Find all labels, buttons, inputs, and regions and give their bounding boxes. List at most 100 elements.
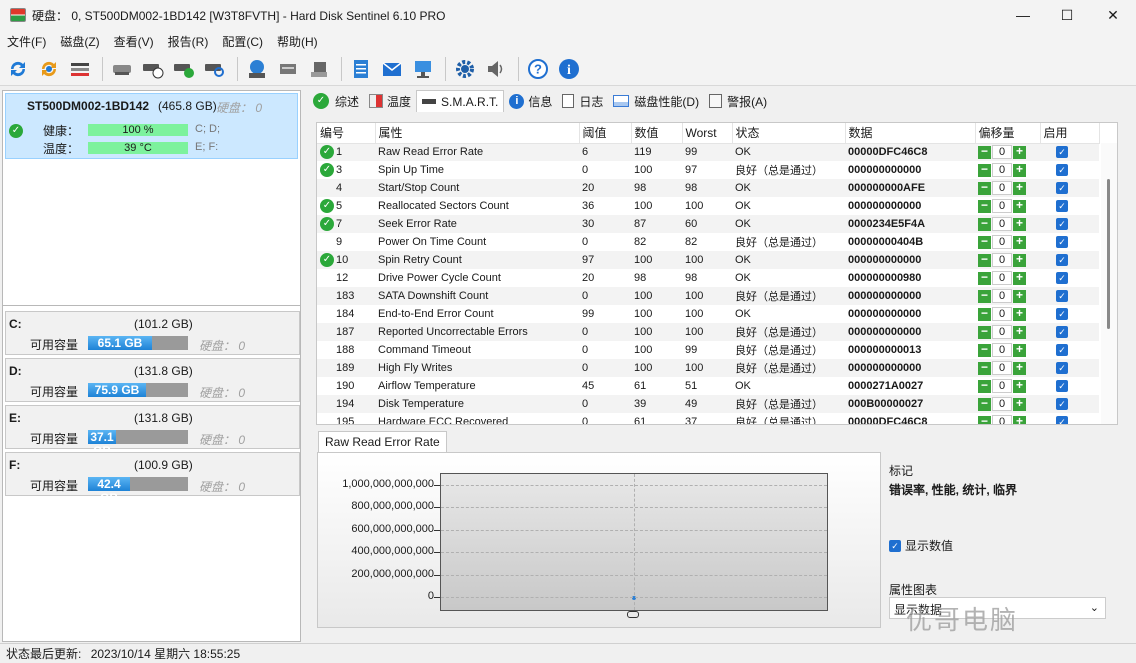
plus-button[interactable]: + [1013,415,1026,424]
table-row[interactable]: 194 Disk Temperature 0 39 49 良好（总是通过） 000B0000… [317,395,1099,413]
minus-button[interactable]: − [978,343,991,357]
offset-input[interactable]: 0 [992,163,1012,177]
minus-button[interactable]: − [978,397,991,411]
disk-list-icon[interactable] [66,55,94,83]
enabled-checkbox[interactable]: ✓ [1056,344,1068,356]
table-scrollbar[interactable] [1101,143,1117,424]
gear-icon[interactable] [451,55,479,83]
maximize-button[interactable]: ☐ [1044,0,1090,30]
refresh-all-icon[interactable] [35,55,63,83]
minus-button[interactable]: − [978,253,991,267]
plus-button[interactable]: + [1013,307,1026,321]
minus-button[interactable]: − [978,361,991,375]
chart-tab[interactable]: Raw Read Error Rate [318,431,447,453]
disk-schedule-icon[interactable] [139,55,167,83]
menu-view[interactable]: 查看(V) [107,33,161,50]
table-row[interactable]: ✓ 10 Spin Retry Count 97 100 100 OK 00000000000… [317,251,1099,269]
enabled-checkbox[interactable]: ✓ [1056,218,1068,230]
col-worst[interactable]: Worst [682,123,733,144]
partition-e[interactable]: E: (131.8 GB) 可用容量 37.1 GB 硬盘： 0 [5,405,300,458]
offset-input[interactable]: 0 [992,181,1012,195]
plus-button[interactable]: + [1013,397,1026,411]
offset-input[interactable]: 0 [992,379,1012,393]
plus-button[interactable]: + [1013,253,1026,267]
menu-disk[interactable]: 磁盘(Z) [53,33,106,50]
tab-smart[interactable]: S.M.A.R.T. [416,90,505,112]
offset-input[interactable]: 0 [992,289,1012,303]
menu-config[interactable]: 配置(C) [215,33,270,50]
disk-check-icon[interactable] [170,55,198,83]
plus-button[interactable]: + [1013,361,1026,375]
offset-input[interactable]: 0 [992,271,1012,285]
minus-button[interactable]: − [978,415,991,424]
plus-button[interactable]: + [1013,199,1026,213]
plus-button[interactable]: + [1013,217,1026,231]
table-row[interactable]: 187 Reported Uncorrectable Errors 0 100 100 良… [317,323,1099,341]
offset-input[interactable]: 0 [992,199,1012,213]
disk-search-icon[interactable] [201,55,229,83]
offset-input[interactable]: 0 [992,325,1012,339]
enabled-checkbox[interactable]: ✓ [1056,380,1068,392]
partition-f[interactable]: F: (100.9 GB) 可用容量 42.4 GB 硬盘： 0 [5,452,300,505]
enabled-checkbox[interactable]: ✓ [1056,416,1068,424]
tab-alerts[interactable]: 警报(A) [704,90,772,112]
offset-input[interactable]: 0 [992,253,1012,267]
table-row[interactable]: 195 Hardware ECC Recovered 0 61 37 良好（总是通过） 00… [317,413,1099,424]
plus-button[interactable]: + [1013,289,1026,303]
minus-button[interactable]: − [978,217,991,231]
disk-icon[interactable] [108,55,136,83]
minus-button[interactable]: − [978,163,991,177]
minus-button[interactable]: − [978,181,991,195]
show-values-option[interactable]: ✓ 显示数值 [889,537,953,554]
offset-input[interactable]: 0 [992,145,1012,160]
table-row[interactable]: 9 Power On Time Count 0 82 82 良好（总是通过） 0000000… [317,233,1099,251]
offset-input[interactable]: 0 [992,235,1012,249]
plus-button[interactable]: + [1013,379,1026,393]
network-disk-icon[interactable] [243,55,271,83]
minus-button[interactable]: − [978,307,991,321]
col-enabled[interactable]: 启用 [1040,123,1100,144]
offset-input[interactable]: 0 [992,415,1012,424]
enabled-checkbox[interactable]: ✓ [1056,254,1068,266]
tab-temperature[interactable]: 温度 [364,90,416,112]
col-threshold[interactable]: 阈值 [579,123,632,144]
tab-overview[interactable]: ✓ 综述 [308,90,364,112]
enabled-checkbox[interactable]: ✓ [1056,290,1068,302]
table-row[interactable]: ✓ 7 Seek Error Rate 30 87 60 OK 0000234E5F4A −0 +… [317,215,1099,233]
close-button[interactable]: ✕ [1090,0,1136,30]
table-row[interactable]: 190 Airflow Temperature 45 61 51 OK 0000271A00… [317,377,1099,395]
plus-button[interactable]: + [1013,271,1026,285]
menu-report[interactable]: 报告(R) [161,33,216,50]
enabled-checkbox[interactable]: ✓ [1056,272,1068,284]
offset-input[interactable]: 0 [992,217,1012,231]
tab-log[interactable]: 日志 [557,90,608,112]
disk-card[interactable]: ST500DM002-1BD142 (465.8 GB) 硬盘： 0 ✓ 健康：… [5,93,298,159]
col-value[interactable]: 数值 [631,123,683,144]
offset-input[interactable]: 0 [992,361,1012,375]
server-icon[interactable] [274,55,302,83]
plus-button[interactable]: + [1013,145,1026,159]
table-row[interactable]: 4 Start/Stop Count 20 98 98 OK 000000000AFE −0 +… [317,179,1099,197]
table-row[interactable]: ✓ 3 Spin Up Time 0 100 97 良好（总是通过） 000000000000… [317,161,1099,179]
enabled-checkbox[interactable]: ✓ [1056,236,1068,248]
col-id[interactable]: 编号 [317,123,376,144]
enabled-checkbox[interactable]: ✓ [1056,326,1068,338]
enabled-checkbox[interactable]: ✓ [1056,362,1068,374]
refresh-icon[interactable] [4,55,32,83]
enabled-checkbox[interactable]: ✓ [1056,182,1068,194]
minus-button[interactable]: − [978,199,991,213]
enabled-checkbox[interactable]: ✓ [1056,398,1068,410]
tab-info[interactable]: i 信息 [504,90,557,112]
partition-c[interactable]: C: (101.2 GB) 可用容量 65.1 GB 硬盘： 0 [5,311,300,355]
network-icon[interactable] [409,55,437,83]
plus-button[interactable]: + [1013,343,1026,357]
minus-button[interactable]: − [978,379,991,393]
menu-help[interactable]: 帮助(H) [270,33,325,50]
enabled-checkbox[interactable]: ✓ [1056,164,1068,176]
enabled-checkbox[interactable]: ✓ [1056,308,1068,320]
enabled-checkbox[interactable]: ✓ [1056,146,1068,159]
minus-button[interactable]: − [978,145,991,159]
minus-button[interactable]: − [978,289,991,303]
col-status[interactable]: 状态 [732,123,846,144]
minus-button[interactable]: − [978,235,991,249]
